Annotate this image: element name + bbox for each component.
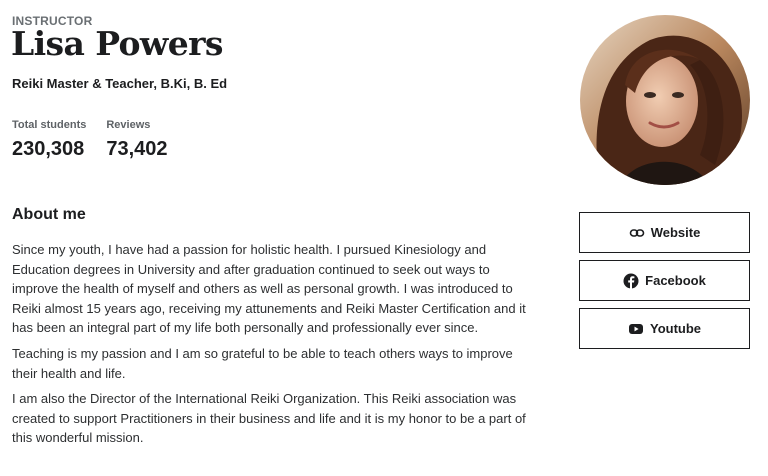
youtube-icon bbox=[628, 321, 644, 337]
instructor-name: Lisa Powers bbox=[11, 24, 224, 63]
stat-label: Reviews bbox=[106, 119, 151, 131]
facebook-label: Facebook bbox=[645, 273, 706, 288]
website-button[interactable]: Website bbox=[579, 212, 750, 253]
social-links: Website Facebook Youtube bbox=[579, 212, 750, 356]
about-text: Since my youth, I have had a passion for… bbox=[12, 240, 532, 454]
facebook-button[interactable]: Facebook bbox=[579, 260, 750, 301]
link-icon bbox=[629, 225, 645, 241]
avatar-image bbox=[580, 15, 750, 185]
about-title: About me bbox=[12, 206, 86, 223]
youtube-label: Youtube bbox=[649, 321, 702, 336]
about-paragraph: Teaching is my passion and I am so grate… bbox=[12, 345, 513, 381]
stat-value: 230,308 bbox=[12, 138, 85, 160]
about-paragraph: Since my youth, I have had a passion for… bbox=[12, 242, 526, 336]
website-label: Website bbox=[650, 225, 701, 240]
stat-reviews: Reviews 73,402 bbox=[106, 119, 167, 161]
stat-label: Total students bbox=[12, 119, 87, 131]
instructor-stats: Total students 230,308 Reviews 73,402 bbox=[12, 119, 168, 161]
facebook-icon bbox=[623, 273, 639, 289]
stat-value: 73,402 bbox=[106, 138, 168, 160]
about-paragraph: I am also the Director of the Internatio… bbox=[12, 391, 526, 446]
instructor-headline: Reiki Master & Teacher, B.Ki, B. Ed bbox=[12, 76, 228, 91]
avatar bbox=[580, 15, 750, 185]
youtube-button[interactable]: Youtube bbox=[579, 308, 750, 349]
stat-total-students: Total students 230,308 bbox=[12, 119, 86, 161]
